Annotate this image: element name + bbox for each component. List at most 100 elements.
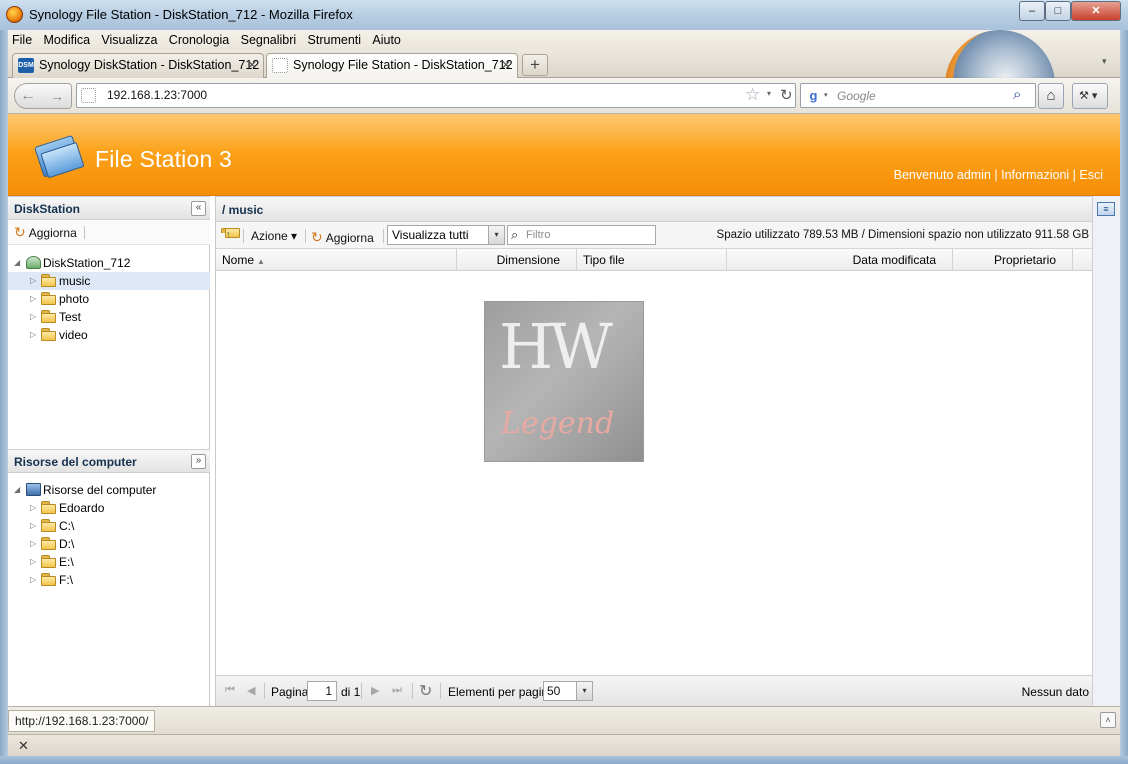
tab-list-icon[interactable]: ▾ — [1102, 56, 1107, 67]
collapsed-arrow-icon[interactable]: ▷ — [30, 499, 36, 517]
view-filter-select[interactable]: Visualizza tutti ▾ — [387, 225, 505, 245]
path-bar: / music — [216, 196, 1093, 222]
menu-modifica[interactable]: Modifica — [44, 30, 91, 50]
column-header-name[interactable]: Nome ▲ — [216, 249, 457, 271]
last-page-icon[interactable]: ⏭ — [392, 684, 402, 697]
filter-placeholder: Filtro — [526, 229, 551, 241]
collapsed-arrow-icon[interactable]: ▷ — [30, 308, 36, 326]
window-title: Synology File Station - DiskStation_712 … — [29, 7, 353, 22]
diskstation-tree: ◢ DiskStation_712 ▷ music ▷ photo ▷ Test… — [8, 254, 210, 344]
tree-node-video[interactable]: ▷ video — [8, 326, 210, 344]
chevron-down-icon[interactable]: ▾ — [576, 682, 592, 700]
back-button[interactable]: ← — [17, 85, 39, 107]
menu-cronologia[interactable]: Cronologia — [169, 30, 229, 50]
maximize-button[interactable]: □ — [1045, 1, 1071, 21]
tree-label: music — [59, 274, 91, 288]
collapsed-arrow-icon[interactable]: ▷ — [30, 553, 36, 571]
pager-separator — [440, 683, 441, 699]
menu-visualizza[interactable]: Visualizza — [101, 30, 157, 50]
per-page-select[interactable]: 50 ▾ — [543, 681, 593, 701]
collapsed-arrow-icon[interactable]: ▷ — [30, 571, 36, 589]
tab-file-station[interactable]: Synology File Station - DiskStation_712 … — [266, 53, 518, 79]
watermark-line2: Legend — [501, 406, 615, 441]
tab-close-icon[interactable]: ✕ — [501, 54, 511, 76]
new-tab-button[interactable]: + — [522, 54, 548, 76]
url-bar[interactable]: 192.168.1.23:7000 ☆ ▾ ↻ — [76, 83, 796, 108]
tree-node-drive-c[interactable]: ▷ C:\ — [8, 517, 210, 535]
tab-close-icon[interactable]: ✕ — [247, 54, 257, 76]
column-header-modified[interactable]: Data modificata — [727, 249, 953, 271]
collapsed-arrow-icon[interactable]: ▷ — [30, 517, 36, 535]
page-number-input[interactable]: 1 — [307, 681, 337, 701]
collapse-icon[interactable]: « — [191, 201, 206, 216]
collapsed-arrow-icon[interactable]: ▷ — [30, 535, 36, 553]
previous-page-icon[interactable]: ◀ — [247, 684, 255, 697]
refresh-icon: ↻ — [311, 229, 323, 245]
tree-node-drive-d[interactable]: ▷ D:\ — [8, 535, 210, 553]
bookmark-star-icon[interactable]: ☆ — [745, 85, 760, 105]
reload-page-icon[interactable]: ↻ — [419, 681, 432, 701]
menu-file[interactable]: File — [12, 30, 32, 50]
menu-segnalibri[interactable]: Segnalibri — [241, 30, 297, 50]
first-page-icon[interactable]: ⏮ — [225, 684, 235, 697]
expanded-arrow-icon[interactable]: ◢ — [14, 254, 20, 272]
tree-node-computer[interactable]: ◢ Risorse del computer — [8, 481, 210, 499]
home-button[interactable]: ⌂ — [1038, 83, 1064, 109]
chevron-down-icon[interactable]: ▾ — [488, 226, 504, 244]
column-header-owner[interactable]: Proprietario — [953, 249, 1073, 271]
column-header-type[interactable]: Tipo file — [577, 249, 727, 271]
toolbar-separator — [243, 229, 244, 243]
folder-icon — [41, 537, 56, 550]
expanded-arrow-icon[interactable]: ◢ — [14, 481, 20, 499]
dsm-favicon-icon: DSM — [18, 58, 34, 73]
forward-button[interactable]: → — [47, 85, 67, 107]
search-icon[interactable]: ⌕ — [1013, 86, 1021, 103]
folder-icon — [41, 274, 56, 287]
expand-icon[interactable]: » — [191, 454, 206, 469]
left-panel: DiskStation « ↻ Aggiorna ◢ DiskStation_71… — [8, 196, 210, 706]
minimize-button[interactable]: – — [1019, 1, 1045, 21]
help-book-icon[interactable]: ≡ — [1097, 202, 1115, 216]
file-grid-body[interactable]: HW Legend — [216, 271, 1093, 675]
close-addon-bar-icon[interactable]: ✕ — [18, 738, 29, 754]
tree-label: Test — [59, 310, 82, 324]
tree-node-photo[interactable]: ▷ photo — [8, 290, 210, 308]
blank-page-icon — [272, 58, 288, 73]
action-menu-button[interactable]: Azione ▾ — [251, 229, 297, 243]
pager-separator — [264, 683, 265, 699]
collapsed-arrow-icon[interactable]: ▷ — [30, 326, 36, 344]
collapsed-arrow-icon[interactable]: ▷ — [30, 290, 36, 308]
tree-node-edoardo[interactable]: ▷ Edoardo — [8, 499, 210, 517]
url-history-drop-icon[interactable]: ▾ — [767, 89, 771, 98]
column-header-size[interactable]: Dimensione — [457, 249, 577, 271]
tab-diskstation[interactable]: DSM Synology DiskStation - DiskStation_7… — [12, 53, 264, 78]
engine-drop-icon[interactable]: ▾ — [824, 91, 828, 99]
site-identity-icon[interactable] — [81, 88, 96, 103]
left-toolbar: ↻ Aggiorna — [8, 220, 210, 245]
refresh-label: Aggiorna — [325, 231, 374, 245]
google-engine-icon[interactable]: g — [805, 87, 822, 104]
menu-strumenti[interactable]: Strumenti — [308, 30, 362, 50]
scroll-up-icon[interactable]: ˄ — [1100, 712, 1116, 728]
next-page-icon[interactable]: ▶ — [371, 684, 379, 697]
collapsed-arrow-icon[interactable]: ▷ — [30, 272, 36, 290]
tree-node-test[interactable]: ▷ Test — [8, 308, 210, 326]
app-title: File Station 3 — [95, 146, 233, 172]
column-label: Nome — [222, 253, 255, 267]
user-links[interactable]: Benvenuto admin | Informazioni | Esci — [894, 168, 1103, 182]
panel-title: Risorse del computer — [14, 455, 137, 469]
tree-node-drive-e[interactable]: ▷ E:\ — [8, 553, 210, 571]
parent-folder-icon[interactable] — [221, 228, 240, 241]
filter-input[interactable]: ⌕ Filtro — [507, 225, 656, 245]
search-bar[interactable]: g ▾ Google ⌕ — [800, 83, 1036, 108]
addon-button[interactable]: ⚒ ▾ — [1072, 83, 1108, 109]
menu-aiuto[interactable]: Aiuto — [372, 30, 401, 50]
refresh-button[interactable]: ↻ Aggiorna — [311, 229, 374, 246]
tree-node-server[interactable]: ◢ DiskStation_712 — [8, 254, 210, 272]
reload-icon[interactable]: ↻ — [780, 86, 793, 104]
tree-node-drive-f[interactable]: ▷ F:\ — [8, 571, 210, 589]
refresh-button[interactable]: ↻ Aggiorna — [14, 224, 77, 241]
close-window-button[interactable]: ✕ — [1071, 1, 1121, 21]
tree-node-music[interactable]: ▷ music — [8, 272, 210, 290]
tree-label: DiskStation_712 — [43, 256, 131, 270]
